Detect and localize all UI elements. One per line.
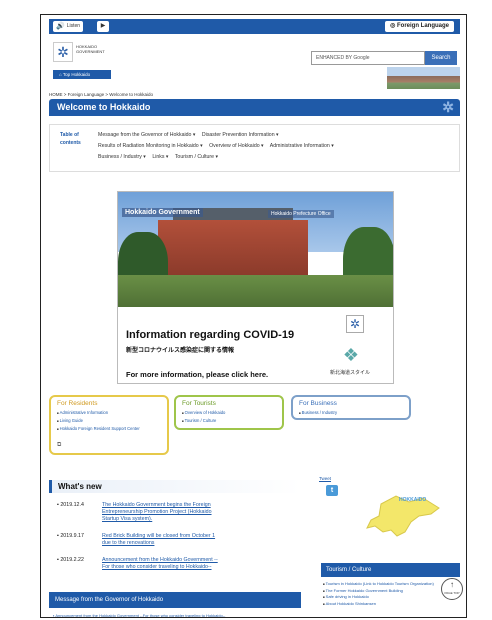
toc-item-disaster[interactable]: Disaster Prevention Information ▾ [202,132,279,138]
speaker-icon: 🔊 [56,23,65,30]
browser-page: 🔊 Listen ▶ ◎ Foreign Language ✲ HOKKAIDO… [40,14,467,618]
tourism-list: Tourism in Hokkaido (Link to Hokkaido To… [323,581,443,607]
covid-title: Information regarding COVID-19 [126,329,295,341]
covid-jp-title: 新型コロナウイルス感染症に関する情報 [126,348,235,354]
breadcrumb[interactable]: HOME > Foreign Language > Welcome to Hok… [49,92,153,97]
listen-label: Listen [66,23,81,29]
news-date: ▪ 2019.2.22 [57,557,84,563]
residents-title: For Residents [57,400,98,407]
top-hokkaido-button[interactable]: ⌂ Top Hokkaido [53,70,111,79]
banner-gov-sub-label: Hokkaido Prefecture Office [268,210,334,218]
news-date: ▪ 2019.12.4 [57,502,84,508]
play-icon[interactable]: ▶ [97,21,109,32]
toc-item-governor[interactable]: Message from the Governor of Hokkaido ▾ [98,132,195,138]
brand-label: 新北海道スタイル [330,370,371,376]
logo-text: HOKKAIDO GOVERNMENT [76,44,105,54]
list-item[interactable]: Business / Industry [299,409,403,417]
foreign-language-label: Foreign Language [396,23,449,29]
tourists-box: For Tourists Overview of Hokkaido Touris… [174,395,284,430]
toc-items: Message from the Governor of Hokkaido ▾ … [98,130,453,163]
governor-message-heading: Message from the Governor of Hokkaido [49,592,301,608]
snowflake-icon: ✲ [442,99,454,115]
toc-item-business[interactable]: Business / Industry ▾ [98,154,146,160]
external-link-icon: ⧉ [57,442,62,448]
listen-button[interactable]: 🔊 Listen [53,21,84,32]
globe-icon: ◎ [390,23,397,29]
search-button[interactable]: Search [425,51,457,65]
tourism-panel-heading: Tourism / Culture [321,563,460,577]
foreign-language-button[interactable]: ◎ Foreign Language [385,21,454,32]
page-title: Welcome to Hokkaido [57,102,151,112]
business-title: For Business [299,400,337,407]
business-box: For Business Business / Industry [291,395,411,420]
hokkaido-logo-icon: ✲ [346,315,364,333]
header-photo [387,67,460,89]
twitter-icon[interactable]: t [326,485,338,496]
table-of-contents: Table of contents Message from the Gover… [49,124,460,172]
list-item[interactable]: About Hokkaido Shinkansen [323,601,443,608]
list-item[interactable]: Hokkaido Foreign Resident Support Center [57,425,161,433]
page-title-bar: Welcome to Hokkaido ✲ [49,99,460,116]
search-input[interactable]: ENHANCED BY Google [311,51,425,65]
list-item[interactable]: Tourism in Hokkaido (Link to Hokkaido To… [323,581,443,588]
toc-item-tourism[interactable]: Tourism / Culture ▾ [175,154,218,160]
whats-new-heading: What's new [49,480,301,493]
arrow-up-icon: ↑ [450,580,454,589]
tweet-link[interactable]: Tweet [319,476,331,481]
toc-item-links[interactable]: Links ▾ [152,154,168,160]
news-link[interactable]: Announcement from the Hokkaido Governmen… [102,557,222,571]
covid-banner[interactable]: Hokkaido Government Hokkaido Prefecture … [117,191,394,384]
toc-item-radiation[interactable]: Results of Radiation Monitoring in Hokka… [98,143,203,149]
red-brick-building [158,220,308,275]
banner-lawn [118,275,393,307]
page-top-label: PAGE TOP [444,591,460,595]
new-hokkaido-style-icon: ❖ [342,345,360,365]
top-utility-bar: 🔊 Listen ▶ ◎ Foreign Language [49,19,460,34]
news-date: ▪ 2019.9.17 [57,533,84,539]
map-label: HOKKAIDO [399,497,427,503]
list-item[interactable]: Overview of Hokkaido [182,409,276,417]
list-item[interactable]: Tourism / Culture [182,417,276,425]
banner-gov-label: Hokkaido Government [122,208,203,217]
page-top-button[interactable]: ↑ PAGE TOP [441,578,463,600]
hokkaido-logo-icon[interactable]: ✲ [53,42,73,62]
more-info-link[interactable]: For more information, please click here. [126,370,268,379]
list-item[interactable]: Administrative Information [57,409,161,417]
covid-info-panel: ✲ Information regarding COVID-19 新型コロナウイ… [118,307,393,383]
list-item[interactable]: Living Guide [57,417,161,425]
news-link[interactable]: The Hokkaido Government begins the Forei… [102,502,222,523]
residents-box: For Residents Administrative Information… [49,395,169,455]
toc-item-overview[interactable]: Overview of Hokkaido ▾ [209,143,264,149]
toc-label: Table of contents [60,132,81,146]
toc-item-administrative[interactable]: Administrative Information ▾ [270,143,334,149]
governor-message-link[interactable]: ▪ Announcement from the Hokkaido Governm… [53,613,225,617]
tourists-title: For Tourists [182,400,216,407]
news-link[interactable]: Red Brick Building will be closed from O… [102,533,222,547]
